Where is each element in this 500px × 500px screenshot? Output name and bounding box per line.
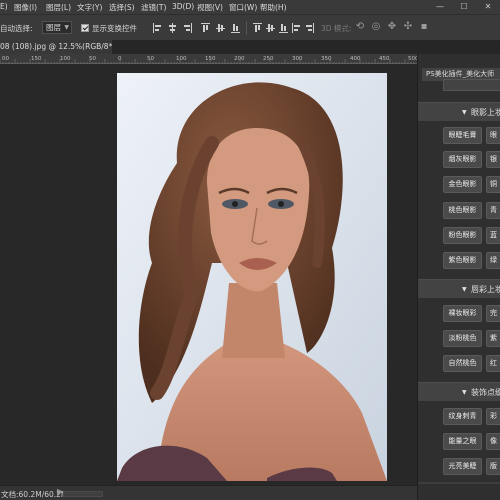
maximize-icon[interactable]: ☐	[452, 0, 476, 14]
3d-roll-icon[interactable]: ◎	[370, 21, 382, 33]
decoration-button[interactable]: 版	[486, 458, 500, 475]
eyeshadow-button[interactable]: 绿	[486, 252, 500, 269]
menu-window[interactable]: 窗口(W)	[229, 2, 257, 13]
align-top-icon[interactable]	[201, 23, 210, 33]
collapse-triangle-icon: ▼	[462, 286, 467, 293]
eyeshadow-button[interactable]: 烟灰眼影	[443, 151, 482, 168]
ruler-label: 300	[292, 56, 303, 62]
show-transform-label: 显示变换控件	[92, 24, 137, 33]
3d-scale-icon[interactable]: ▪	[418, 21, 430, 33]
distribute-middle-icon[interactable]	[266, 23, 275, 33]
lipstick-button[interactable]: 裸妆眼彩	[443, 305, 482, 322]
ruler-label: 150	[205, 56, 216, 62]
decoration-button[interactable]: 光亮美睫	[443, 458, 482, 475]
section-header-eyeshadow[interactable]: ▼ 眼影上妆	[418, 102, 500, 121]
ruler-label: 500	[408, 56, 417, 62]
panel-subheader	[443, 79, 500, 91]
align-right-icon[interactable]	[183, 23, 192, 33]
menu-layer[interactable]: 图层(L)	[46, 2, 71, 13]
menu-help[interactable]: 帮助(H)	[260, 2, 287, 13]
ruler-label: 100	[176, 56, 187, 62]
distribute-right-icon[interactable]	[305, 23, 314, 33]
eyeshadow-button[interactable]: 眼	[486, 127, 500, 144]
eyeshadow-button[interactable]: 蓝	[486, 227, 500, 244]
auto-select-label: 自动选择:	[0, 24, 33, 33]
ruler-label: 0	[118, 56, 122, 62]
ruler-label: 350	[321, 56, 332, 62]
ruler-label: 450	[379, 56, 390, 62]
ruler-label: 50	[147, 56, 154, 62]
ruler-label: 400	[350, 56, 361, 62]
eyeshadow-button[interactable]: 铜	[486, 176, 500, 193]
lipstick-button[interactable]: 紫	[486, 330, 500, 347]
decoration-button[interactable]: 彩	[486, 408, 500, 425]
eyeshadow-button[interactable]: 紫色眼影	[443, 252, 482, 269]
auto-select-value: 图层	[46, 23, 61, 32]
auto-select-dropdown[interactable]: 图层 ▼	[42, 21, 72, 34]
eyeshadow-button[interactable]: 青	[486, 202, 500, 219]
align-center-icon[interactable]	[168, 23, 177, 33]
collapse-triangle-icon: ▼	[462, 109, 467, 116]
options-bar: 自动选择: 图层 ▼ 显示变换控件 3D 模式: ⟲ ◎ ✥ ✣ ▪	[0, 14, 500, 40]
eyeshadow-button[interactable]: 眼睫毛膏	[443, 127, 482, 144]
3d-mode-label: 3D 模式:	[321, 24, 352, 33]
close-window-icon[interactable]: ✕	[476, 0, 500, 14]
ruler-label: 100	[60, 56, 71, 62]
decoration-button[interactable]: 像	[486, 433, 500, 450]
document-tab-bar: 08 (108).jpg @ 12.5%(RGB/8*) ×	[0, 40, 500, 54]
distribute-bottom-icon[interactable]	[279, 23, 288, 33]
lipstick-button[interactable]: 自然桃色	[443, 355, 482, 372]
3d-slide-icon[interactable]: ✣	[402, 21, 414, 33]
section-header-lipstick[interactable]: ▼ 唇彩上妆	[418, 279, 500, 298]
distribute-left-icon[interactable]	[292, 23, 301, 33]
document-tab[interactable]: 08 (108).jpg @ 12.5%(RGB/8*) ×	[0, 40, 112, 54]
horizontal-scrollbar[interactable]	[63, 491, 103, 497]
ruler-label: 50	[89, 56, 96, 62]
menu-edit[interactable]: E)	[0, 2, 8, 11]
decoration-button[interactable]: 纹身刺青	[443, 408, 482, 425]
canvas-area[interactable]	[0, 64, 417, 485]
align-left-icon[interactable]	[153, 23, 162, 33]
lipstick-button[interactable]: 完	[486, 305, 500, 322]
menu-select[interactable]: 选择(S)	[109, 2, 135, 13]
section-header-decoration[interactable]: ▼ 装饰点缀	[418, 382, 500, 401]
document-photo[interactable]	[117, 73, 387, 481]
eyeshadow-button[interactable]: 银	[486, 151, 500, 168]
ruler-label: 200	[234, 56, 245, 62]
menu-3d[interactable]: 3D(D)	[172, 2, 194, 11]
show-transform-checkbox[interactable]	[81, 24, 89, 32]
3d-rotate-icon[interactable]: ⟲	[354, 21, 366, 33]
beauty-plugin-panel: PS美化插件_美化大师 ▼ 眼影上妆 眼睫毛膏 眼 烟灰眼影 银 金色眼影 铜 桃…	[417, 54, 500, 500]
chevron-down-icon: ▼	[64, 24, 69, 31]
lipstick-button[interactable]: 淡粉桃色	[443, 330, 482, 347]
status-bar: 文档:60.2M/60.2M ▶	[0, 485, 417, 500]
lipstick-button[interactable]: 红	[486, 355, 500, 372]
align-middle-icon[interactable]	[216, 23, 225, 33]
3d-pan-icon[interactable]: ✥	[386, 21, 398, 33]
ruler-label: 250	[263, 56, 274, 62]
minimize-icon[interactable]: —	[428, 0, 452, 14]
menu-filter[interactable]: 滤镜(T)	[141, 2, 166, 13]
menu-bar: E) 图像(I) 图层(L) 文字(Y) 选择(S) 滤镜(T) 3D(D) 视…	[0, 0, 500, 14]
ruler-label: 150	[31, 56, 42, 62]
menu-type[interactable]: 文字(Y)	[77, 2, 102, 13]
eyeshadow-button[interactable]: 桃色眼影	[443, 202, 482, 219]
menu-view[interactable]: 视图(V)	[197, 2, 223, 13]
ruler-label: 00	[2, 56, 9, 62]
decoration-button[interactable]: 能量之眼	[443, 433, 482, 450]
align-bottom-icon[interactable]	[231, 23, 240, 33]
menu-image[interactable]: 图像(I)	[14, 2, 37, 13]
eyeshadow-button[interactable]: 金色眼影	[443, 176, 482, 193]
distribute-top-icon[interactable]	[253, 23, 262, 33]
eyeshadow-button[interactable]: 粉色眼影	[443, 227, 482, 244]
collapse-triangle-icon: ▼	[462, 389, 467, 396]
panel-scrollbar[interactable]	[418, 482, 500, 484]
horizontal-ruler: 00 150 100 50 0 50 100 150 200 250 300 350 400 450 500	[0, 54, 417, 64]
toolbar-divider	[246, 21, 247, 35]
document-tab-title: 08 (108).jpg @ 12.5%(RGB/8*)	[0, 42, 112, 51]
